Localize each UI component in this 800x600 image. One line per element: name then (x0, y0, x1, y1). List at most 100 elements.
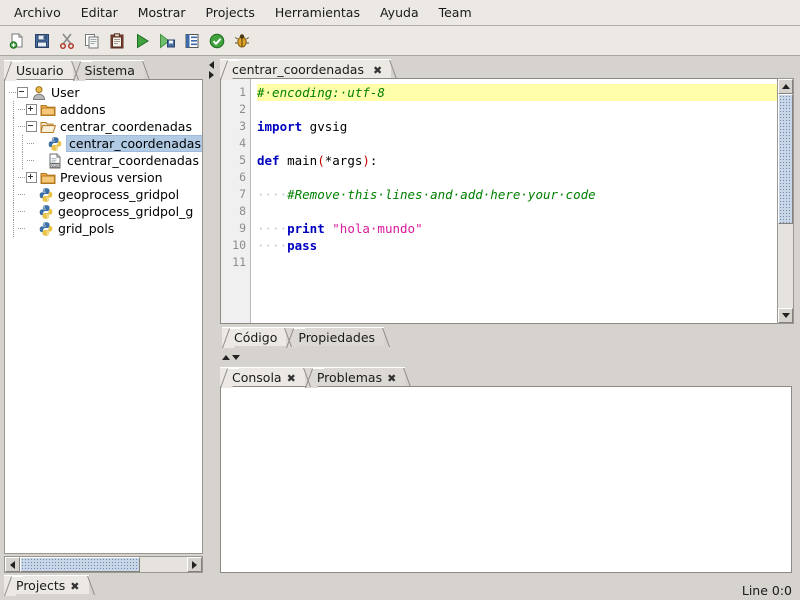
scroll-thumb[interactable] (20, 557, 140, 572)
explorer-tab-sistema[interactable]: Sistema (72, 60, 144, 79)
paste-icon[interactable] (105, 29, 128, 53)
menu-item-archivo[interactable]: Archivo (4, 2, 71, 23)
tree-guide (9, 220, 18, 237)
collapse-up-arrow-icon[interactable] (222, 355, 230, 360)
left-arrow-icon (10, 560, 15, 569)
tree-guide (9, 135, 18, 152)
cut-icon[interactable] (55, 29, 78, 53)
code-token: def (257, 153, 280, 168)
run-file-icon[interactable] (155, 29, 178, 53)
tree-horizontal-scrollbar[interactable] (4, 556, 203, 573)
code-editor[interactable]: 1 2 3 4 5 6 7 8 9 10 11 #·encoding:·utf-8 import g… (220, 78, 792, 324)
scroll-up-button[interactable] (778, 79, 793, 94)
python-icon (38, 187, 55, 203)
code-line[interactable]: def main(*args): (257, 152, 791, 169)
scroll-track[interactable] (140, 557, 187, 572)
code-token: main (279, 153, 318, 168)
code-text-area[interactable]: #·encoding:·utf-8 import gvsig def main(… (251, 79, 791, 323)
horizontal-splitter[interactable] (216, 353, 798, 365)
menu-item-projects[interactable]: Projects (196, 2, 265, 23)
code-line[interactable] (257, 254, 791, 271)
scroll-left-button[interactable] (5, 557, 20, 572)
code-line[interactable] (257, 169, 791, 186)
editor-area: centrar_coordenadas ✖ 1 2 3 4 5 6 7 8 9 10 11 #·en… (216, 57, 798, 355)
tree-connector (18, 194, 25, 195)
code-line[interactable]: #·encoding:·utf-8 (257, 84, 791, 101)
tree-item-addons[interactable]: addons (9, 101, 202, 118)
tree-item-centrar-coordenadas[interactable]: centrar_coordenadas (9, 118, 202, 135)
tree-expander-plus[interactable] (26, 104, 37, 115)
code-token: import (257, 119, 303, 134)
tree-guide (18, 135, 27, 152)
tree-item-geoprocess-gridpol[interactable]: geoprocess_gridpol (9, 186, 202, 203)
properties-list-icon[interactable] (180, 29, 203, 53)
console-output[interactable] (220, 386, 792, 573)
menu-item-herramientas[interactable]: Herramientas (265, 2, 370, 23)
line-number: 7 (239, 187, 246, 201)
splitter-collapse-controls[interactable] (208, 61, 215, 79)
copy-icon[interactable] (80, 29, 103, 53)
tree-item-centrar-coordenadas[interactable]: 010 centrar_coordenadas (9, 152, 202, 169)
collapse-down-arrow-icon[interactable] (232, 355, 240, 360)
vertical-splitter[interactable] (207, 57, 216, 581)
editor-scroll-track[interactable] (778, 224, 793, 308)
console-tab-problemas[interactable]: Problemas ✖ (304, 367, 406, 386)
tree-item-geoprocess-gridpol-g[interactable]: geoprocess_gridpol_g (9, 203, 202, 220)
project-tree[interactable]: User addons centrar_coordenadas centrar_coo… (4, 79, 203, 554)
menu-item-mostrar[interactable]: Mostrar (128, 2, 196, 23)
editor-bottom-tab-0[interactable]: Código (222, 327, 287, 346)
tree-expander-minus[interactable] (17, 87, 28, 98)
code-line[interactable] (257, 135, 791, 152)
run-icon[interactable] (130, 29, 153, 53)
menu-item-editar[interactable]: Editar (71, 2, 128, 23)
tree-item-centrar-coordenadas[interactable]: centrar_coordenadas (9, 135, 202, 152)
new-file-icon[interactable] (5, 29, 28, 53)
code-token: gvsig (302, 119, 348, 134)
console-tab-problemas-label: Problemas (316, 370, 383, 385)
save-icon[interactable] (30, 29, 53, 53)
explorer-tab-usuario[interactable]: Usuario (4, 60, 73, 79)
console-tab-consola-close-icon[interactable]: ✖ (287, 372, 296, 385)
tree-connector (27, 143, 34, 144)
tree-item-previous-version[interactable]: Previous version (9, 169, 202, 186)
editor-bottom-tab-1[interactable]: Propiedades (286, 327, 385, 346)
collapse-right-arrow-icon[interactable] (209, 71, 214, 79)
menu-item-team[interactable]: Team (429, 2, 482, 23)
code-line[interactable]: import gvsig (257, 118, 791, 135)
tree-guide (9, 186, 18, 203)
code-line[interactable]: ····pass (257, 237, 791, 254)
tree-expander-plus[interactable] (26, 172, 37, 183)
line-number-gutter: 1 2 3 4 5 6 7 8 9 10 11 (221, 79, 251, 323)
scroll-down-button[interactable] (778, 308, 793, 323)
editor-tab-close-icon[interactable]: ✖ (373, 64, 382, 77)
code-line[interactable]: ····print "hola·mundo" (257, 220, 791, 237)
tree-item-label: Previous version (60, 170, 163, 185)
line-number: 10 (232, 238, 246, 252)
projects-tab-close-icon[interactable]: ✖ (70, 580, 79, 593)
code-line[interactable] (257, 203, 791, 220)
code-token: #Remove·this·lines·and·add·here·your·cod… (287, 187, 596, 202)
collapse-left-arrow-icon[interactable] (209, 61, 214, 69)
code-line[interactable]: ····#Remove·this·lines·and·add·here·your… (257, 186, 791, 203)
code-token: #·encoding:·utf-8 (257, 85, 385, 100)
editor-tab-centrar-coordenadas[interactable]: centrar_coordenadas ✖ (220, 59, 392, 78)
check-ok-icon[interactable] (205, 29, 228, 53)
tree-expander-minus[interactable] (26, 121, 37, 132)
editor-tabstrip: centrar_coordenadas ✖ (220, 57, 798, 78)
code-token: ···· (257, 238, 288, 253)
tree-connector (27, 160, 34, 161)
tree-item-grid-pols[interactable]: grid_pols (9, 220, 202, 237)
console-tab-problemas-close-icon[interactable]: ✖ (387, 372, 396, 385)
console-collapse-controls[interactable] (222, 355, 240, 360)
console-tab-consola[interactable]: Consola ✖ (220, 367, 305, 386)
debug-bug-icon[interactable] (230, 29, 253, 53)
menu-item-ayuda[interactable]: Ayuda (370, 2, 429, 23)
line-number: 4 (239, 136, 246, 150)
projects-tab[interactable]: Projects ✖ (4, 575, 89, 594)
status-bar: Line 0:0 (0, 581, 800, 600)
editor-scroll-thumb[interactable] (778, 94, 793, 224)
code-line[interactable] (257, 101, 791, 118)
tree-item-user[interactable]: User (9, 84, 202, 101)
editor-vertical-scrollbar[interactable] (777, 78, 794, 324)
scroll-right-button[interactable] (187, 557, 202, 572)
